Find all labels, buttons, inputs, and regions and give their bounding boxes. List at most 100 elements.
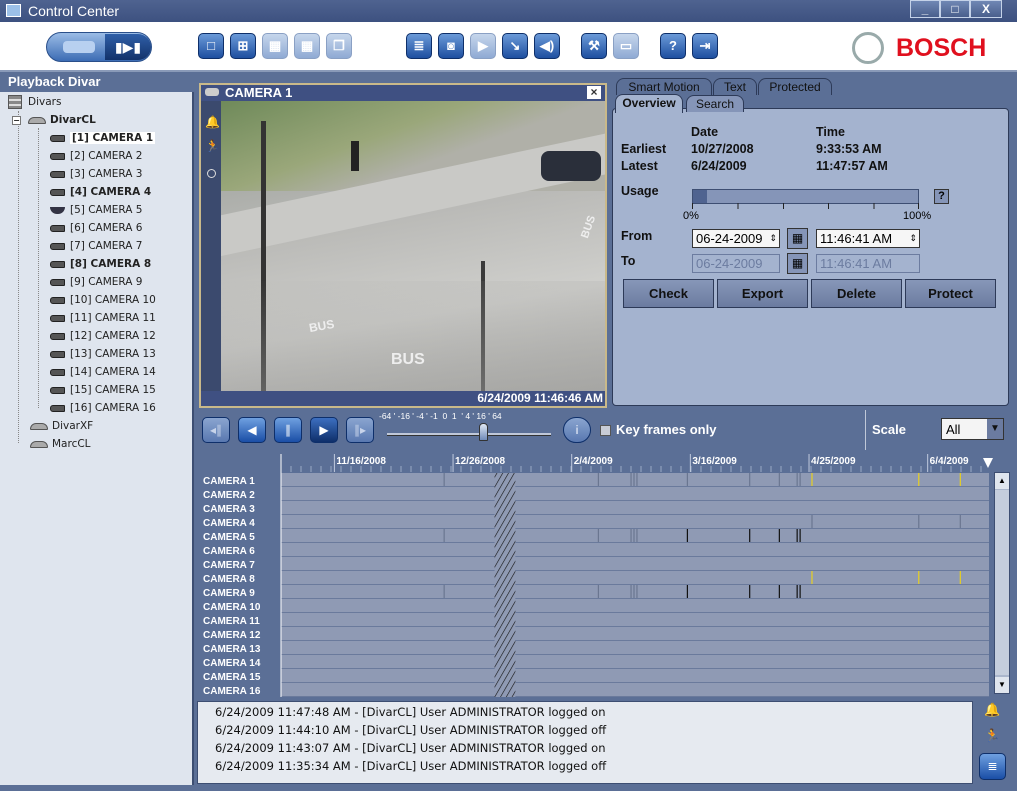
title-bar: Control Center _ □ X [0,0,1017,22]
minimize-button[interactable]: _ [910,0,940,18]
sidebar-camera-5[interactable]: [5] CAMERA 5 [50,202,143,219]
play-forward-icon[interactable]: ▶ [310,417,338,443]
date-tick-label: 4/25/2009 [811,456,856,467]
delete-button[interactable]: Delete [811,279,902,308]
sidebar-camera-13[interactable]: [13] CAMERA 13 [50,346,156,363]
quad-view-icon[interactable]: ⊞ [230,33,256,59]
timeline-row-track [281,585,989,598]
timeline-row-label: CAMERA 16 [203,686,261,697]
play-reverse-icon[interactable]: ◀ [238,417,266,443]
scroll-down-icon[interactable]: ▼ [995,677,1009,693]
speed-slider-track[interactable] [387,433,551,436]
camera-icon [50,332,65,340]
tree-item-label: DivarXF [52,420,94,432]
sidebar-camera-4[interactable]: [4] CAMERA 4 [50,184,151,201]
grid-3x3-icon[interactable]: ▦ [262,33,288,59]
to-date-input[interactable]: 06-24-2009 [692,254,780,273]
info-icon[interactable]: i [563,417,591,443]
tab-smart-motion[interactable]: Smart Motion [616,78,712,95]
tab-search[interactable]: Search [686,95,744,112]
to-calendar-button[interactable]: ▦ [787,253,808,274]
timeline-row-label: CAMERA 2 [203,490,255,501]
sidebar-camera-11[interactable]: [11] CAMERA 11 [50,310,156,327]
tree-divar[interactable]: MarcCL [30,436,91,453]
single-view-icon[interactable]: □ [198,33,224,59]
sidebar-camera-3[interactable]: [3] CAMERA 3 [50,166,143,183]
playback-mode-icon[interactable]: ▮▶▮ [105,34,151,60]
close-button[interactable]: X [970,0,1002,18]
to-time-input[interactable]: 11:46:41 AM [816,254,920,273]
notes-icon[interactable]: ≣ [406,33,432,59]
sidebar-camera-10[interactable]: [10] CAMERA 10 [50,292,156,309]
logout-icon[interactable]: ⇥ [692,33,718,59]
tree-divar[interactable]: − DivarCL [12,112,96,129]
tree-root[interactable]: Divars [8,94,61,111]
from-time-value: 11:46:41 AM [820,231,893,246]
tab-protected[interactable]: Protected [758,78,832,95]
snapshot-icon[interactable]: ◙ [438,33,464,59]
protect-button[interactable]: Protect [905,279,996,308]
recording-gap [494,473,516,697]
help-icon[interactable]: ? [660,33,686,59]
playback-controls: ◂∥ ◀ ∥ ▶ ∥▸ -64 ' -16 ' -4 ' -1 0 1 ' 4 … [197,410,1013,450]
sidebar-camera-15[interactable]: [15] CAMERA 15 [50,382,156,399]
chevron-down-icon[interactable]: ▼ [987,419,1003,439]
export-icon[interactable]: ↘ [502,33,528,59]
spinner-icon[interactable]: ⇕ [909,230,917,247]
export-button[interactable]: Export [717,279,808,308]
sidebar-camera-16[interactable]: [16] CAMERA 16 [50,400,156,417]
sidebar-camera-2[interactable]: [2] CAMERA 2 [50,148,143,165]
motion-icon[interactable]: 🏃 [984,728,1000,744]
sidebar-camera-1[interactable]: [1] CAMERA 1 [50,130,156,147]
alarm-bell-icon[interactable]: 🔔 [984,702,1000,718]
step-forward-icon[interactable]: ∥▸ [346,417,374,443]
scrollbar-thumb[interactable] [995,490,1009,675]
video-timestamp: 6/24/2009 11:46:46 AM [201,391,605,406]
collapse-icon[interactable]: − [12,115,21,125]
camera-video-frame[interactable]: BUS BUS BUS [221,101,605,391]
timeline-chart[interactable]: 11/16/2008 12/26/2008 2/4/2009 3/16/2009 4/2… [197,452,1013,698]
spinner-icon[interactable]: ⇕ [769,230,777,247]
sidebar-camera-12[interactable]: [12] CAMERA 12 [50,328,156,345]
tab-text[interactable]: Text [713,78,757,95]
tab-overview[interactable]: Overview [615,94,683,113]
timeline-row-track [281,557,989,570]
tree-item-label: [10] CAMERA 10 [70,294,156,306]
from-date-input[interactable]: 06-24-2009 ⇕ [692,229,780,248]
wrench-icon[interactable]: ⚒ [581,33,607,59]
divar-device-icon [30,440,48,448]
check-button[interactable]: Check [623,279,714,308]
log-list-icon[interactable]: ≣ [979,753,1006,780]
speed-slider-thumb[interactable] [479,423,488,441]
timeline-scrollbar[interactable]: ▲ ▼ [994,472,1010,694]
date-tick-label: 3/16/2009 [692,456,737,467]
video-close-button[interactable]: × [587,86,601,99]
speed-scale-labels: -64 ' -16 ' -4 ' -1 0 1 ' 4 ' 16 ' 64 [379,411,502,421]
cascade-icon[interactable]: ❐ [326,33,352,59]
tree-item-label: [7] CAMERA 7 [70,240,143,252]
sidebar-camera-7[interactable]: [7] CAMERA 7 [50,238,143,255]
date-tick-label: 11/16/2008 [336,456,386,467]
audio-icon[interactable]: ◀) [534,33,560,59]
mode-switch[interactable]: ▮▶▮ [46,32,152,62]
play-icon[interactable]: ▶ [470,33,496,59]
camera-icon [50,152,65,160]
sidebar-camera-9[interactable]: [9] CAMERA 9 [50,274,143,291]
live-mode-icon[interactable] [63,41,95,53]
sidebar-camera-8[interactable]: [8] CAMERA 8 [50,256,151,273]
scale-select[interactable]: All ▼ [941,418,1004,440]
usage-help-button[interactable]: ? [934,189,949,204]
from-time-input[interactable]: 11:46:41 AM ⇕ [816,229,920,248]
timeline-row-label: CAMERA 10 [203,602,261,613]
grid-4x4-icon[interactable]: ▦ [294,33,320,59]
from-calendar-button[interactable]: ▦ [787,228,808,249]
tree-divar[interactable]: DivarXF [30,418,93,435]
pause-icon[interactable]: ∥ [274,417,302,443]
keyframes-checkbox[interactable] [600,425,611,436]
scroll-up-icon[interactable]: ▲ [995,473,1009,489]
maximize-button[interactable]: □ [940,0,970,18]
sidebar-camera-14[interactable]: [14] CAMERA 14 [50,364,156,381]
sidebar-camera-6[interactable]: [6] CAMERA 6 [50,220,143,237]
step-back-icon[interactable]: ◂∥ [202,417,230,443]
monitor-icon[interactable]: ▭ [613,33,639,59]
